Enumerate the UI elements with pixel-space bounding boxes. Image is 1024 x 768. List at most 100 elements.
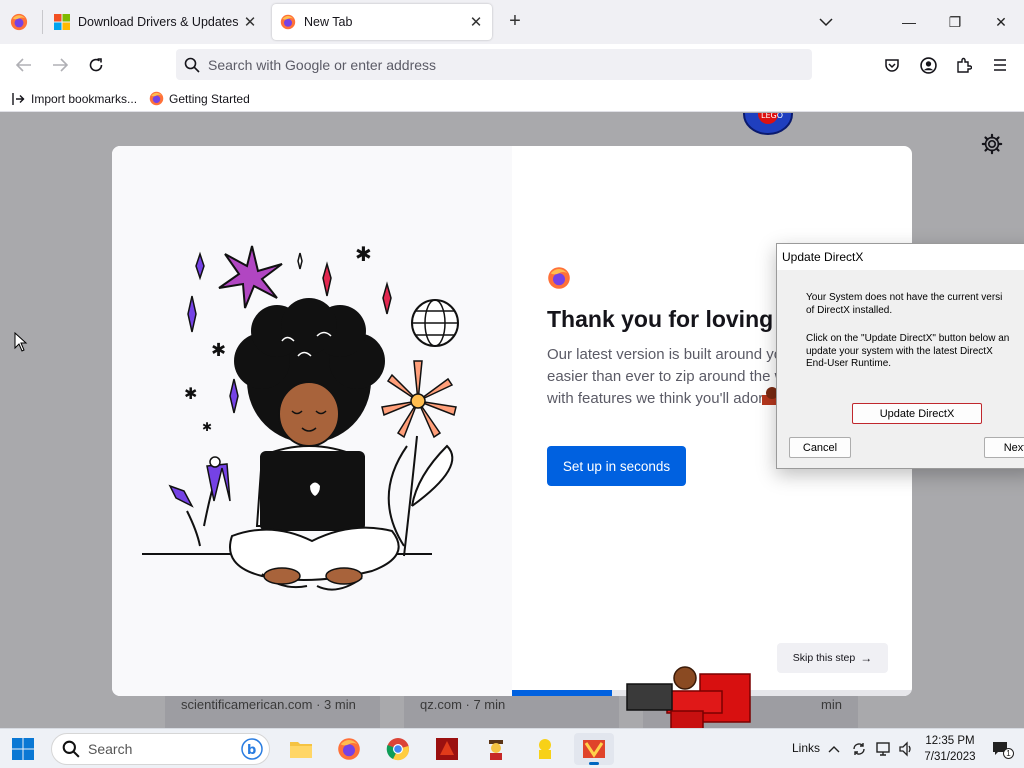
dialog-title: Update DirectX (777, 244, 1024, 270)
firefox-logo-icon (548, 267, 570, 289)
sync-icon[interactable] (850, 740, 868, 758)
links-toolbar-label[interactable]: Links (792, 741, 820, 755)
svg-text:✱: ✱ (355, 242, 372, 266)
chrome-icon (386, 738, 409, 761)
game-icon (436, 738, 458, 760)
system-clock[interactable]: 12:35 PM 7/31/2023 (920, 733, 980, 765)
update-directx-dialog: Update DirectX Your System does not have… (776, 243, 1024, 469)
taskbar-lego-app-2[interactable] (525, 733, 565, 765)
close-tab-icon[interactable]: ✕ (468, 14, 484, 31)
search-icon (184, 57, 200, 73)
mouse-cursor-icon (14, 332, 28, 352)
dialog-text-line: Click on the "Update DirectX" button bel… (806, 333, 1010, 344)
taskbar-search-input[interactable] (88, 741, 228, 757)
progress-fill (512, 690, 612, 696)
svg-text:✱: ✱ (184, 384, 197, 403)
cancel-button[interactable]: Cancel (789, 437, 851, 458)
lego-figure-sprite-icon: LEGO (743, 113, 793, 135)
puzzle-piece-icon (957, 57, 972, 73)
close-tab-icon[interactable]: ✕ (242, 14, 258, 31)
lego-plane-sprite-icon (626, 666, 751, 728)
minimize-button[interactable]: — (895, 8, 923, 36)
forward-arrow-icon (53, 58, 68, 72)
pocket-icon (885, 59, 899, 72)
skip-label: Skip this step (792, 652, 856, 664)
maximize-button[interactable]: ❐ (941, 8, 969, 36)
address-bar[interactable] (176, 49, 812, 80)
app-menu-button[interactable] (987, 52, 1013, 78)
back-arrow-icon (16, 58, 31, 72)
active-app-icon (583, 740, 605, 758)
bookmark-label: Getting Started (169, 91, 250, 106)
firefox-icon (280, 14, 296, 30)
taskbar-search[interactable]: b (51, 733, 270, 765)
tab-new-tab[interactable]: New Tab ✕ (272, 4, 492, 40)
onboarding-title: Thank you for loving F (547, 306, 794, 332)
close-window-button[interactable]: ✕ (987, 8, 1015, 36)
onboarding-illustration: ✱ ✱ ✱ ✱ (112, 146, 512, 696)
svg-text:b: b (247, 743, 256, 758)
microsoft-logo-icon (54, 14, 70, 30)
taskbar-chrome[interactable] (378, 733, 418, 765)
bookmark-label: Import bookmarks... (31, 91, 138, 106)
arrow-right-icon: → (860, 651, 873, 665)
story-source: qz.com · 7 min (420, 697, 506, 712)
import-icon (12, 92, 25, 105)
reload-button[interactable] (83, 52, 109, 78)
lego-minifig-icon (489, 740, 503, 760)
new-tab-button[interactable]: + (503, 10, 527, 34)
tab-download-drivers[interactable]: Download Drivers & Updates for Microsoft… (46, 4, 266, 40)
forward-button[interactable] (47, 52, 73, 78)
skip-step-button[interactable]: Skip this step → (777, 643, 888, 673)
taskbar-firefox[interactable] (329, 733, 369, 765)
file-explorer-icon (290, 742, 312, 758)
firefox-icon (149, 91, 164, 106)
windows-start-icon[interactable] (12, 738, 34, 760)
lego-figure-icon (539, 739, 551, 759)
dialog-text-line: update your system with the latest Direc… (806, 345, 993, 357)
firefox-view-icon[interactable] (10, 13, 28, 31)
taskbar-lego-app[interactable] (476, 733, 516, 765)
taskbar-active-app[interactable] (574, 733, 614, 765)
svg-text:LEGO: LEGO (761, 113, 783, 120)
account-button[interactable] (915, 52, 941, 78)
navigation-toolbar (0, 44, 1024, 86)
tab-title: New Tab (304, 15, 353, 29)
network-icon[interactable] (874, 740, 892, 758)
taskbar-file-explorer[interactable] (281, 733, 321, 765)
next-button[interactable]: Next (984, 437, 1024, 458)
story-card[interactable]: qz.com · 7 min (404, 693, 619, 728)
taskbar-game-app[interactable] (427, 733, 467, 765)
update-directx-button[interactable]: Update DirectX (852, 403, 982, 424)
story-source: scientificamerican.com · 3 min (181, 697, 356, 712)
chevron-up-icon[interactable] (825, 740, 843, 758)
back-button[interactable] (11, 52, 37, 78)
story-card[interactable]: scientificamerican.com · 3 min (165, 693, 380, 728)
firefox-icon (338, 738, 360, 760)
svg-text:✱: ✱ (211, 340, 226, 361)
notification-badge: 1 (1003, 748, 1014, 759)
tab-strip: Download Drivers & Updates for Microsoft… (0, 0, 1024, 44)
svg-text:✱: ✱ (202, 420, 212, 434)
list-all-tabs-icon[interactable] (812, 8, 840, 36)
notification-center-icon[interactable]: 1 (992, 740, 1014, 759)
dialog-text-line: of DirectX installed. (806, 304, 893, 316)
dialog-text-line: Your System does not have the current ve… (806, 292, 1003, 303)
bookmarks-toolbar: Import bookmarks... Getting Started (0, 86, 1024, 112)
search-icon (62, 740, 80, 758)
bookmark-import[interactable]: Import bookmarks... (12, 92, 137, 106)
setup-button[interactable]: Set up in seconds (547, 446, 686, 486)
account-icon (919, 56, 937, 74)
dialog-text-line: End-User Runtime. (806, 358, 892, 369)
pocket-button[interactable] (879, 52, 905, 78)
extensions-button[interactable] (951, 52, 977, 78)
tab-separator (42, 10, 43, 34)
bookmark-getting-started[interactable]: Getting Started (149, 91, 250, 106)
volume-icon[interactable] (897, 740, 915, 758)
bing-icon[interactable]: b (241, 738, 263, 760)
reload-icon (89, 58, 103, 72)
url-input[interactable] (208, 56, 788, 73)
clock-time: 12:35 PM (925, 735, 975, 747)
settings-gear-icon[interactable] (981, 133, 1003, 155)
clock-date: 7/31/2023 (924, 751, 976, 763)
